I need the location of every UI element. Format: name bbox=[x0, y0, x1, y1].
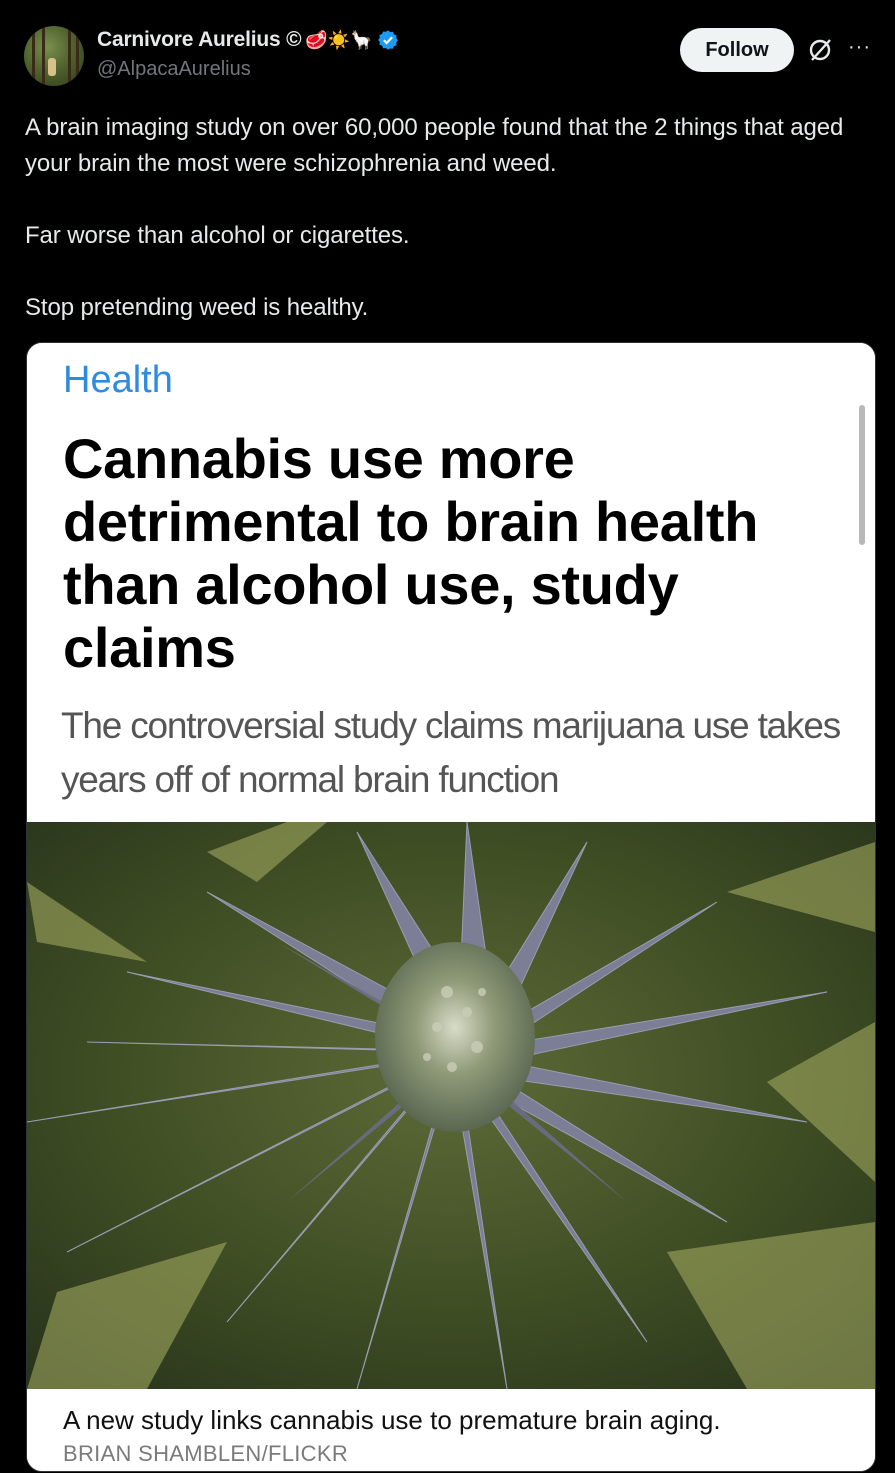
image-caption: A new study links cannabis use to premat… bbox=[63, 1405, 721, 1435]
image-credit: BRIAN SHAMBLEN/FLICKR bbox=[63, 1441, 349, 1466]
name-emojis: 🥩☀️🦙 bbox=[305, 30, 373, 50]
post-paragraph: A brain imaging study on over 60,000 peo… bbox=[25, 114, 844, 177]
post-media-image[interactable]: Health Cannabis use more detrimental to … bbox=[26, 342, 876, 1472]
avatar[interactable] bbox=[24, 26, 84, 86]
image-caption-area: A new study links cannabis use to premat… bbox=[27, 1389, 875, 1471]
post-paragraph: Far worse than alcohol or cigarettes. bbox=[25, 222, 410, 249]
post-text: A brain imaging study on over 60,000 peo… bbox=[25, 110, 855, 326]
cannabis-plant-photo bbox=[27, 822, 875, 1389]
post-paragraph: Stop pretending weed is healthy. bbox=[25, 294, 369, 321]
article-subhead: The controversial study claims marijuana… bbox=[61, 705, 841, 800]
verified-badge-icon bbox=[377, 30, 398, 50]
post-header: Carnivore Aurelius © 🥩☀️🦙 @AlpacaAureliu… bbox=[24, 24, 874, 88]
author-name-row[interactable]: Carnivore Aurelius © 🥩☀️🦙 bbox=[97, 28, 399, 52]
author-handle[interactable]: @AlpacaAurelius bbox=[97, 58, 251, 81]
article-scrollbar bbox=[859, 405, 865, 545]
more-icon[interactable]: ··· bbox=[848, 36, 871, 59]
grok-icon[interactable] bbox=[806, 36, 834, 64]
article-headline: Cannabis use more detrimental to brain h… bbox=[63, 427, 759, 679]
article-section-label: Health bbox=[63, 359, 173, 401]
follow-button[interactable]: Follow bbox=[680, 28, 794, 72]
author-display-name[interactable]: Carnivore Aurelius © bbox=[97, 28, 302, 52]
article-screenshot: Health Cannabis use more detrimental to … bbox=[27, 343, 875, 821]
